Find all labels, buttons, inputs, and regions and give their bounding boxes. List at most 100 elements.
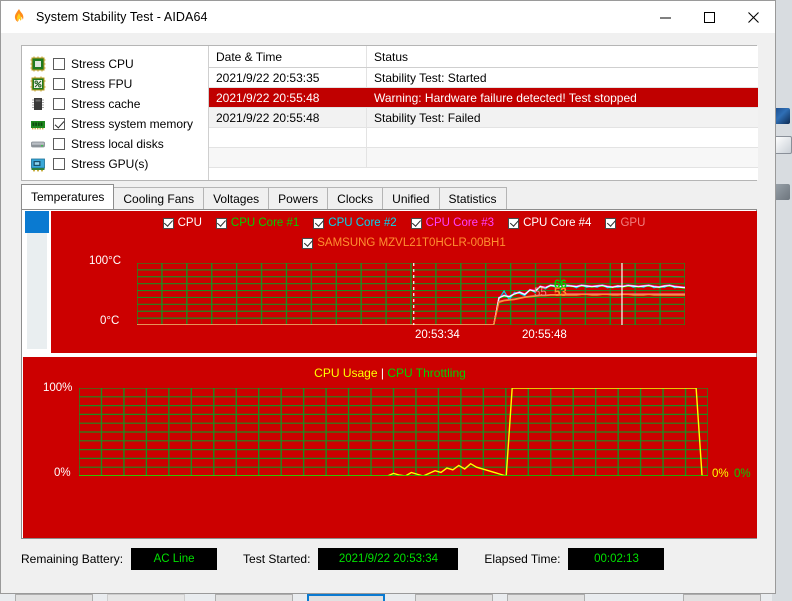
temp-value-gpu: 55 [534,287,547,299]
row-datetime-empty [209,128,367,147]
test-started-value: 2021/9/22 20:53:34 [318,548,459,570]
stress-options-list: Stress CPU Stress FPU Stress cache Stres… [30,54,200,174]
usage-title-part-usage: CPU Usage [314,366,378,380]
scrollbar-track[interactable] [25,211,49,349]
legend-checkbox[interactable] [508,217,520,229]
fpu-chip-icon [30,76,46,92]
legend-checkbox[interactable] [302,237,314,249]
usage-chart-title: CPU Usage | CPU Throttling [23,366,757,380]
legend-checkbox[interactable] [162,217,174,229]
legend-item-cpu-core-4[interactable]: CPU Core #4 [508,217,591,229]
preferences-button[interactable]: Preferences [507,594,585,601]
usage-plot-svg [79,388,708,476]
legend-checkbox[interactable] [605,217,617,229]
desktop-icon-a[interactable] [774,108,790,124]
desktop-icon-c[interactable] [774,184,790,200]
maximize-icon[interactable] [687,2,731,33]
stress-disks-checkbox[interactable] [53,138,65,150]
stop-button: Stop [107,594,185,601]
window-titlebar[interactable]: System Stability Test - AIDA64 [1,1,775,33]
row-datetime-empty [209,148,367,167]
table-header-row: Date & Time Status [209,46,758,68]
close-icon[interactable] [731,2,775,33]
minimize-icon[interactable] [643,2,687,33]
stress-option-fpu[interactable]: Stress FPU [30,74,200,94]
stress-option-gpu[interactable]: Stress GPU(s) [30,154,200,174]
row-datetime: 2021/9/22 20:55:48 [209,88,367,107]
usage-axis-label-min: 0% [54,467,71,479]
stress-option-memory[interactable]: Stress system memory [30,114,200,134]
tab-cooling-fans[interactable]: Cooling Fans [113,187,205,209]
legend-item-samsung-ssd[interactable]: SAMSUNG MZVL21T0HCLR-00BH1 [302,237,506,249]
system-stability-test-window: System Stability Test - AIDA64 Stress CP… [0,0,776,601]
tab-voltages[interactable]: Voltages [203,187,270,209]
top-panel: Stress CPU Stress FPU Stress cache Stres… [21,45,758,181]
usage-plot-area [79,388,708,476]
tab-temperatures[interactable]: Temperatures [21,184,115,209]
start-button[interactable]: Start [15,594,93,601]
gpu-card-icon [30,156,46,172]
desktop-icon-b[interactable] [774,136,792,154]
cpuid-button[interactable]: CPUID [415,594,493,601]
stress-gpu-checkbox[interactable] [53,158,65,170]
legend-checkbox[interactable] [410,217,422,229]
usage-value-cpu: 0% [712,468,729,480]
tab-clocks[interactable]: Clocks [327,187,384,209]
cache-chip-icon [30,96,46,112]
stress-memory-checkbox[interactable] [53,118,65,130]
stress-option-cpu[interactable]: Stress CPU [30,54,200,74]
row-datetime: 2021/9/22 20:55:48 [209,108,367,127]
clear-button[interactable]: Clear [215,594,293,601]
stress-memory-label: Stress system memory [71,117,194,131]
stress-fpu-checkbox[interactable] [53,78,65,90]
tab-statistics[interactable]: Statistics [438,187,507,209]
save-button[interactable]: Save [307,594,385,601]
legend-checkbox[interactable] [215,217,227,229]
table-row[interactable]: 2021/9/22 20:55:48 Stability Test: Faile… [209,108,758,128]
usage-value-throttling: 0% [734,468,751,480]
temperature-plot-svg [137,263,685,325]
stress-cpu-label: Stress CPU [71,57,134,71]
stress-cache-checkbox[interactable] [53,98,65,110]
legend-item-cpu-core-1[interactable]: CPU Core #1 [215,217,299,229]
row-datetime: 2021/9/22 20:53:35 [209,68,367,87]
close-button[interactable]: Close [683,594,761,601]
temperature-chart-panel: CPU CPU Core #1 CPU Core #2 CPU Core #3 … [23,211,757,353]
row-status-empty [367,128,758,147]
legend-label: GPU [620,217,646,229]
table-row[interactable]: 2021/9/22 20:53:35 Stability Test: Start… [209,68,758,88]
tab-powers[interactable]: Powers [268,187,329,209]
legend-item-cpu-core-3[interactable]: CPU Core #3 [410,217,494,229]
stress-option-cache[interactable]: Stress cache [30,94,200,114]
temperature-legend-row-2: SAMSUNG MZVL21T0HCLR-00BH1 [51,237,757,249]
legend-checkbox[interactable] [313,217,325,229]
scrollbar-thumb[interactable] [25,211,49,233]
legend-item-gpu[interactable]: GPU [605,217,645,229]
temp-x-tick-end: 20:55:48 [522,329,567,341]
table-row-empty [209,148,758,168]
tab-page-temperatures: CPU CPU Core #1 CPU Core #2 CPU Core #3 … [21,209,757,539]
tab-bar: Temperatures Cooling Fans Voltages Power… [21,184,757,209]
temp-axis-label-max: 100°C [89,255,122,267]
elapsed-time-value: 00:02:13 [568,548,665,570]
elapsed-time-label: Elapsed Time: [484,552,561,566]
temperature-scrollbar[interactable] [23,211,51,353]
column-header-status: Status [374,49,409,64]
legend-item-cpu[interactable]: CPU [162,217,202,229]
stress-gpu-label: Stress GPU(s) [71,157,149,171]
memory-module-icon [30,116,46,132]
window-body: Stress CPU Stress FPU Stress cache Stres… [1,33,775,601]
stress-cpu-checkbox[interactable] [53,58,65,70]
stress-disks-label: Stress local disks [71,137,164,151]
tab-label: Voltages [213,191,260,206]
temp-value-ssd: 53 [554,287,567,299]
stress-option-disks[interactable]: Stress local disks [30,134,200,154]
event-log-table[interactable]: Date & Time Status 2021/9/22 20:53:35 St… [208,46,758,180]
legend-label: CPU [177,217,202,229]
tab-unified[interactable]: Unified [382,187,440,209]
stress-fpu-label: Stress FPU [71,77,133,91]
temp-axis-label-min: 0°C [100,315,120,327]
legend-item-cpu-core-2[interactable]: CPU Core #2 [313,217,397,229]
temperature-legend-row-1: CPU CPU Core #1 CPU Core #2 CPU Core #3 … [51,217,757,229]
table-row[interactable]: 2021/9/22 20:55:48 Warning: Hardware fai… [209,88,758,108]
